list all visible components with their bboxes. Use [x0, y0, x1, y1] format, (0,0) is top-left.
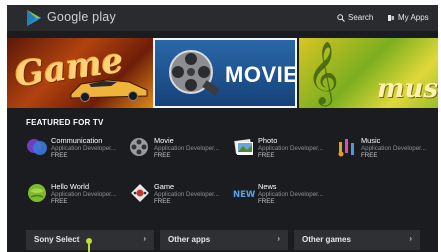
app-price: FREE: [258, 152, 275, 159]
search-icon: [337, 13, 345, 22]
photo-icon: [234, 138, 253, 155]
app-item-music[interactable]: Music Application Developer... FREE: [336, 136, 436, 166]
app-name: Movie: [154, 136, 174, 145]
app-name: News: [258, 182, 277, 191]
google-play-logo-icon: [27, 10, 41, 26]
search-label: Search: [348, 13, 374, 22]
app-item-communication[interactable]: Communication Application Developer... F…: [26, 136, 126, 166]
app-item-news[interactable]: NEWS News Application Developer... FREE: [233, 182, 333, 212]
chevron-right-icon: ›: [409, 234, 412, 243]
app-item-movie[interactable]: Movie Application Developer... FREE: [129, 136, 229, 166]
app-name: Hello World: [51, 182, 90, 191]
app-developer: Application Developer...: [361, 145, 427, 152]
bottom-item-label: Sony Select: [34, 235, 80, 244]
focus-pointer-line: [88, 243, 90, 252]
app-developer: Application Developer...: [154, 191, 220, 198]
app-price: FREE: [51, 198, 68, 205]
other-apps-button[interactable]: Other apps ›: [160, 230, 288, 250]
banner-tile-movie[interactable]: MOVIE: [153, 38, 297, 108]
app-price: FREE: [258, 198, 275, 205]
search-button[interactable]: Search: [337, 13, 373, 22]
app-name: Photo: [258, 136, 278, 145]
treble-clef-icon: 𝄞: [307, 41, 339, 104]
app-item-photo[interactable]: Photo Application Developer... FREE: [233, 136, 333, 166]
app-developer: Application Developer...: [258, 145, 324, 152]
tv-app-screen: Google play Search My Apps Game MOVIE 𝄞 …: [7, 5, 438, 252]
app-name: Communication: [51, 136, 103, 145]
app-developer: Application Developer...: [154, 145, 220, 152]
bottom-item-label: Other games: [302, 235, 351, 244]
my-apps-icon: [388, 14, 394, 21]
app-price: FREE: [361, 152, 378, 159]
brand-title: Google play: [47, 10, 116, 24]
music-banner-label: music: [377, 74, 438, 104]
globe-icon: [28, 184, 46, 202]
app-developer: Application Developer...: [51, 191, 117, 198]
banner-tile-music[interactable]: 𝄞 music: [299, 38, 438, 108]
app-price: FREE: [154, 152, 171, 159]
app-price: FREE: [51, 152, 68, 159]
top-bar: Google play Search My Apps: [7, 5, 438, 31]
other-games-button[interactable]: Other games ›: [294, 230, 420, 250]
news-icon: NEWS: [233, 190, 255, 200]
bottom-item-label: Other apps: [168, 235, 211, 244]
app-item-hello-world[interactable]: Hello World Application Developer... FRE…: [26, 182, 126, 212]
app-name: Game: [154, 182, 175, 191]
featured-section-title: FEATURED FOR TV: [26, 118, 104, 127]
film-reel-icon: [169, 50, 219, 96]
movie-banner-label: MOVIE: [225, 62, 297, 87]
app-developer: Application Developer...: [51, 145, 117, 152]
game-icon: [131, 184, 149, 202]
svg-text:NEWS: NEWS: [233, 190, 255, 200]
communication-icon: [27, 139, 47, 155]
app-price: FREE: [154, 198, 171, 205]
music-note-icon: [338, 139, 354, 157]
chevron-right-icon: ›: [277, 234, 280, 243]
my-apps-button[interactable]: My Apps: [387, 13, 429, 22]
app-item-game[interactable]: Game Application Developer... FREE: [129, 182, 229, 212]
my-apps-label: My Apps: [398, 13, 429, 22]
app-name: Music: [361, 136, 381, 145]
category-banner: Game MOVIE 𝄞 music: [7, 38, 438, 108]
banner-tile-game[interactable]: Game: [7, 38, 154, 108]
movie-reel-icon: [130, 138, 148, 156]
race-car-icon: [70, 79, 148, 102]
app-developer: Application Developer...: [258, 191, 324, 198]
chevron-right-icon: ›: [143, 234, 146, 243]
